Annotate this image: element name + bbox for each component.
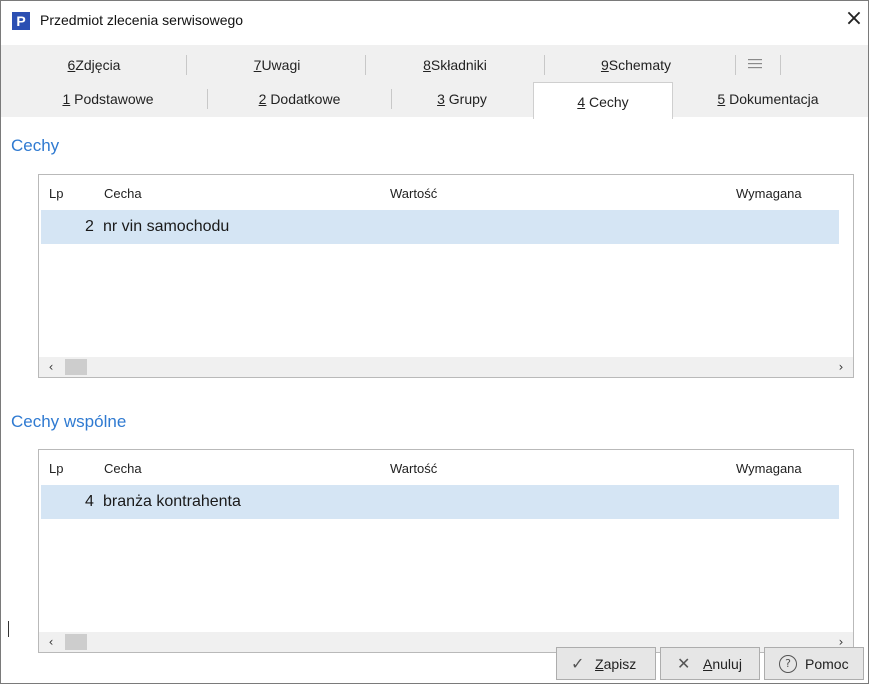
grid-header: Lp Cecha Wartość Wymagana [39, 175, 853, 209]
scroll-left-icon[interactable]: ‹ [43, 634, 59, 650]
tab-label: Zdjęcia [75, 57, 121, 73]
tab-uwagi[interactable]: 7Uwagi [187, 48, 367, 82]
section-title-cechy: Cechy [11, 136, 60, 155]
save-button[interactable]: ✓ Zapisz [556, 647, 656, 680]
tab-mnemonic: 2 [258, 91, 267, 107]
tab-label: Dodatkowe [270, 91, 341, 107]
tab-podstawowe[interactable]: 1 Podstawowe [9, 82, 207, 116]
tab-grupy[interactable]: 3 Grupy [392, 82, 532, 116]
button-label: nuluj [712, 656, 742, 672]
tab-cechy[interactable]: 4 Cechy [533, 82, 673, 119]
tab-zdjecia[interactable]: 6Zdjęcia [19, 48, 169, 82]
tab-label: Dokumentacja [729, 91, 819, 107]
tab-strip: 6Zdjęcia 7Uwagi 8Składniki 9Schematy 1 P… [1, 45, 868, 119]
tab-mnemonic: 4 [577, 94, 586, 110]
tab-label: Podstawowe [74, 91, 154, 107]
help-button[interactable]: ? Pomoc [764, 647, 864, 680]
app-logo-icon: P [12, 12, 30, 30]
cell-lp: 2 [85, 218, 94, 235]
grid-header: Lp Cecha Wartość Wymagana [39, 450, 853, 484]
column-header-wymagana[interactable]: Wymagana [736, 186, 802, 201]
cell-cecha: nr vin samochodu [103, 218, 230, 235]
button-label: apisz [603, 656, 637, 672]
column-header-wartosc[interactable]: Wartość [390, 186, 437, 201]
close-icon[interactable]: × [840, 5, 868, 35]
tab-label: Grupy [448, 91, 487, 107]
tab-dokumentacja[interactable]: 5 Dokumentacja [673, 82, 863, 116]
column-header-cecha[interactable]: Cecha [104, 186, 142, 201]
section-title-cechy-wspolne: Cechy wspólne [11, 412, 127, 431]
cechy-grid[interactable]: Lp Cecha Wartość Wymagana 2 nr vin samoc… [38, 174, 854, 378]
more-tabs-icon[interactable] [747, 58, 763, 70]
tab-mnemonic: 1 [62, 91, 71, 107]
column-header-lp[interactable]: Lp [49, 186, 63, 201]
cechy-wspolne-grid[interactable]: Lp Cecha Wartość Wymagana 4 branża kontr… [38, 449, 854, 653]
column-header-wartosc[interactable]: Wartość [390, 461, 437, 476]
tab-skladniki[interactable]: 8Składniki [366, 48, 544, 82]
horizontal-scrollbar[interactable]: ‹ › [39, 357, 853, 377]
scroll-thumb[interactable] [65, 359, 87, 375]
scroll-right-icon[interactable]: › [833, 359, 849, 375]
tab-mnemonic: 9 [600, 57, 609, 73]
column-header-lp[interactable]: Lp [49, 461, 63, 476]
column-header-wymagana[interactable]: Wymagana [736, 461, 802, 476]
column-header-cecha[interactable]: Cecha [104, 461, 142, 476]
scroll-thumb[interactable] [65, 634, 87, 650]
tab-label: Schematy [608, 57, 672, 73]
button-label: Pomoc [805, 656, 849, 672]
scroll-left-icon[interactable]: ‹ [43, 359, 59, 375]
tab-label: Uwagi [261, 57, 301, 73]
tab-schematy[interactable]: 9Schematy [545, 48, 727, 82]
checkmark-icon: ✓ [571, 654, 585, 673]
tab-label: Cechy [589, 94, 629, 110]
cell-cecha: branża kontrahenta [103, 493, 241, 510]
table-row[interactable]: 4 branża kontrahenta [41, 485, 839, 519]
window-title: Przedmiot zlecenia serwisowego [40, 12, 244, 28]
tab-mnemonic: 5 [717, 91, 726, 107]
tab-mnemonic: 8 [423, 57, 431, 73]
button-mnemonic: A [703, 656, 713, 672]
tab-label: Składniki [430, 57, 487, 73]
cell-lp: 4 [85, 493, 94, 510]
title-bar: P Przedmiot zlecenia serwisowego × [1, 1, 868, 41]
tab-divider [780, 55, 781, 75]
tab-dodatkowe[interactable]: 2 Dodatkowe [208, 82, 391, 116]
dialog-window: P Przedmiot zlecenia serwisowego × 6Zdję… [0, 0, 869, 684]
cancel-button[interactable]: ✕ Anuluj [660, 647, 760, 680]
table-row[interactable]: 2 nr vin samochodu [41, 210, 839, 244]
tab-divider [735, 55, 736, 75]
tab-mnemonic: 3 [437, 91, 445, 107]
button-mnemonic: Z [595, 656, 604, 672]
x-icon: ✕ [677, 654, 691, 673]
divider [8, 621, 9, 637]
help-circle-icon: ? [779, 655, 797, 673]
